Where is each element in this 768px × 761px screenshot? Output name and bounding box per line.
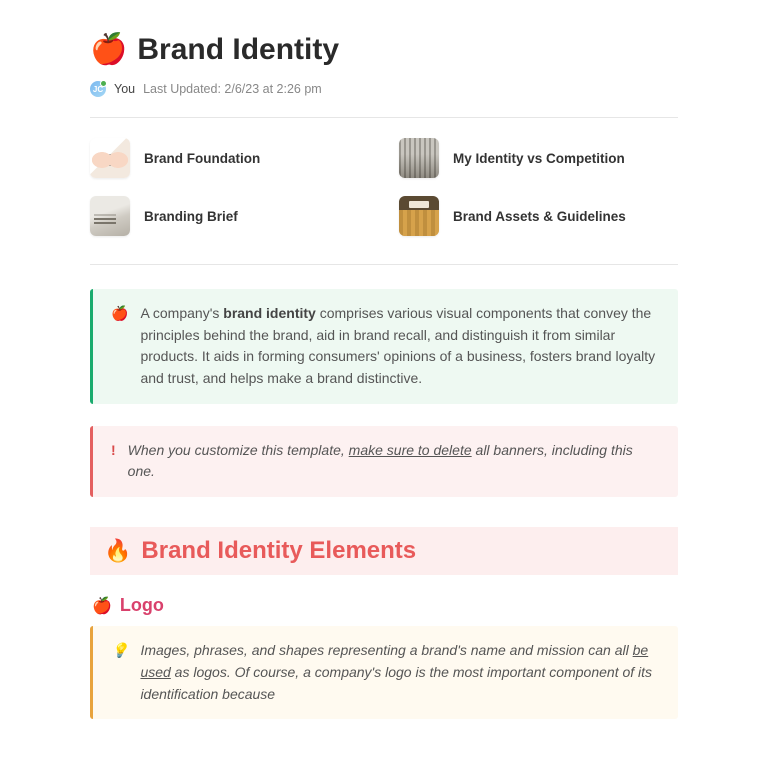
apple-icon: 🍎	[90, 32, 127, 67]
nav-label: My Identity vs Competition	[453, 151, 625, 166]
nav-item-brand-assets-guidelines[interactable]: Brand Assets & Guidelines	[399, 196, 678, 236]
callout-intro: 🍎 A company's brand identity comprises v…	[90, 289, 678, 404]
apple-icon: 🍎	[92, 596, 112, 616]
callout-text: A company's brand identity comprises var…	[140, 303, 660, 390]
section-header-elements: 🔥 Brand Identity Elements	[90, 527, 678, 575]
fire-icon: 🔥	[104, 538, 131, 564]
avatar[interactable]: JC	[90, 81, 106, 97]
callout-logo-tip: 💡 Images, phrases, and shapes representi…	[90, 626, 678, 719]
nav-label: Brand Foundation	[144, 151, 260, 166]
section-title: Brand Identity Elements	[141, 537, 416, 565]
subsection-header-logo: 🍎 Logo	[90, 595, 678, 616]
thumbnail-icon	[399, 196, 439, 236]
callout-text: When you customize this template, make s…	[128, 440, 660, 483]
meta-row: JC You Last Updated: 2/6/23 at 2:26 pm	[90, 81, 678, 118]
last-updated: Last Updated: 2/6/23 at 2:26 pm	[143, 82, 322, 96]
thumbnail-icon	[90, 196, 130, 236]
thumbnail-icon	[90, 138, 130, 178]
nav-label: Branding Brief	[144, 209, 238, 224]
nav-item-identity-vs-competition[interactable]: My Identity vs Competition	[399, 138, 678, 178]
nav-item-brand-foundation[interactable]: Brand Foundation	[90, 138, 369, 178]
callout-warning: ! When you customize this template, make…	[90, 426, 678, 497]
callout-text: Images, phrases, and shapes representing…	[140, 640, 660, 705]
nav-grid: Brand Foundation My Identity vs Competit…	[90, 138, 678, 265]
author-label[interactable]: You	[114, 82, 135, 96]
page-title-row: 🍎 Brand Identity	[90, 32, 678, 67]
page-title: Brand Identity	[137, 33, 339, 67]
subsection-title: Logo	[120, 595, 164, 616]
nav-label: Brand Assets & Guidelines	[453, 209, 626, 224]
apple-icon: 🍎	[111, 303, 128, 390]
lightbulb-icon: 💡	[111, 640, 128, 705]
thumbnail-icon	[399, 138, 439, 178]
nav-item-branding-brief[interactable]: Branding Brief	[90, 196, 369, 236]
exclamation-icon: !	[111, 440, 116, 483]
